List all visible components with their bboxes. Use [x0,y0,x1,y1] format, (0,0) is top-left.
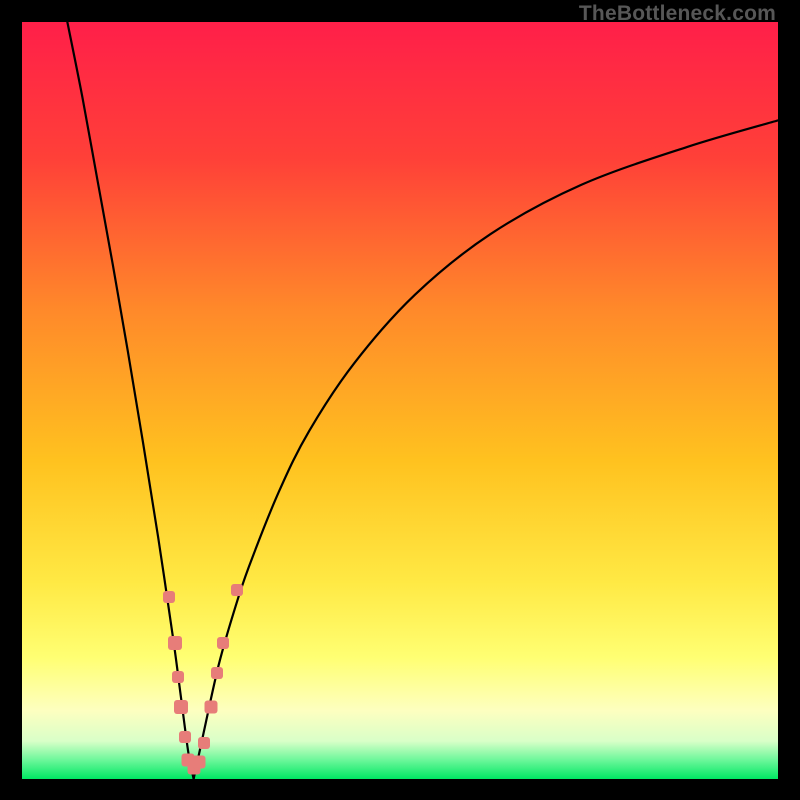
data-marker [211,667,223,679]
data-marker [192,756,205,769]
data-marker [174,700,188,714]
data-marker [217,637,229,649]
bottleneck-curve [22,22,778,779]
data-marker [163,591,175,603]
data-marker [231,584,243,596]
plot-area [22,22,778,779]
attribution-text: TheBottleneck.com [579,2,776,26]
data-marker [198,737,210,749]
data-marker [205,701,218,714]
data-marker [179,731,191,743]
data-marker [168,636,182,650]
data-marker [172,671,184,683]
